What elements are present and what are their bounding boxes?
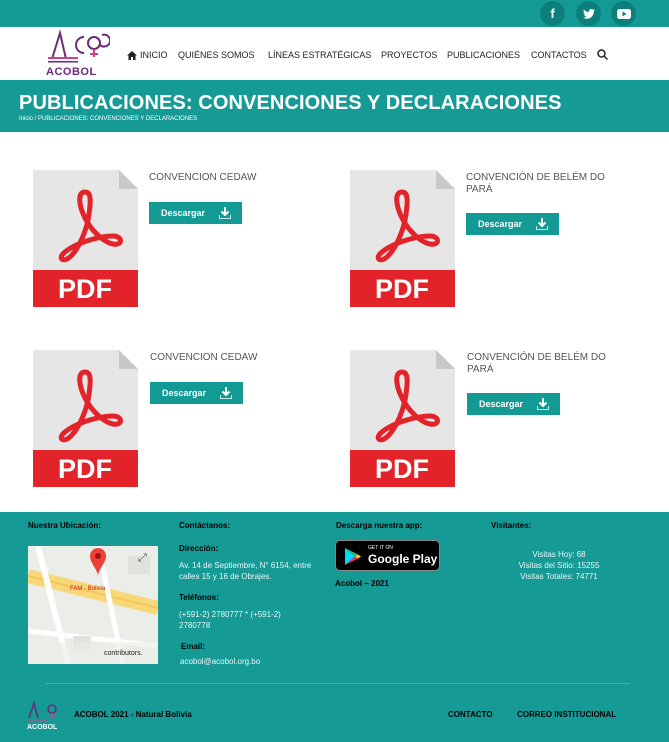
publication-title: CONVENCION CEDAW xyxy=(150,352,258,363)
download-button[interactable]: Descargar xyxy=(466,213,559,235)
top-social-bar xyxy=(0,0,669,27)
footer-link-contacto[interactable]: CONTACTO xyxy=(448,710,493,719)
page-title: PUBLICACIONES: CONVENCIONES Y DECLARACIO… xyxy=(19,92,562,114)
phones-label: Teléfonos: xyxy=(179,593,219,602)
location-map[interactable]: FAM - Bolivia ⤢ contributors. xyxy=(28,546,158,664)
download-button-label: Descargar xyxy=(162,388,207,398)
download-button-label: Descargar xyxy=(161,208,206,218)
download-button[interactable]: Descargar xyxy=(150,382,243,404)
map-credit: contributors. xyxy=(104,650,143,657)
nav-inicio-label: INICIO xyxy=(140,50,168,60)
google-play-badge[interactable]: GET IT ON Google Play xyxy=(335,540,440,571)
pdf-icon[interactable]: PDF xyxy=(350,170,455,307)
gplay-small-text: GET IT ON xyxy=(368,545,393,551)
footer-link-correo[interactable]: CORREO INSTITUCIONAL xyxy=(517,710,616,719)
nav-proyectos[interactable]: PROYECTOS xyxy=(381,50,437,60)
visitors-heading: Visitantes: xyxy=(491,521,532,530)
pdf-icon[interactable]: PDF xyxy=(350,350,455,487)
home-icon xyxy=(127,50,137,60)
pdf-icon[interactable]: PDF xyxy=(33,350,138,487)
footer-logo-text: ACOBOL xyxy=(27,724,58,730)
nav-inicio[interactable]: INICIO xyxy=(127,50,168,60)
app-copyright: Acobol – 2021 xyxy=(335,579,389,588)
download-button-label: Descargar xyxy=(478,219,523,229)
gplay-big-text: Google Play xyxy=(368,552,438,566)
search-icon[interactable] xyxy=(597,49,608,60)
visits-site: Visitas del Sitio: 15255 xyxy=(518,561,600,570)
download-icon xyxy=(536,218,549,230)
site-header: ACOBOL INICIO QUIÉNES SOMOS LÍNEAS ESTRA… xyxy=(0,27,669,80)
phones-text: (+591-2) 2780777 * (+591-2) 2780778 xyxy=(179,610,281,630)
address-label: Dirección: xyxy=(179,544,219,553)
youtube-icon[interactable] xyxy=(611,1,636,26)
download-icon xyxy=(220,387,233,399)
download-button-label: Descargar xyxy=(479,399,524,409)
nav-quienes-somos[interactable]: QUIÉNES SOMOS xyxy=(178,50,255,60)
footer-logo[interactable]: ACOBOL xyxy=(26,700,64,730)
publication-title: CONVENCION CEDAW xyxy=(149,172,257,183)
visits-today: Visitas Hoy: 68 xyxy=(532,550,586,559)
expand-map-icon[interactable]: ⤢ xyxy=(138,552,147,565)
app-heading: Descarga nuestra app: xyxy=(336,521,423,530)
logo-text: ACOBOL xyxy=(46,66,97,78)
google-play-icon xyxy=(345,548,361,565)
pdf-label: PDF xyxy=(58,274,112,304)
email-link[interactable]: acobol@acobol.org.bo xyxy=(180,656,260,667)
pdf-label: PDF xyxy=(375,454,429,484)
visits-total: Visitas Totales: 74771 xyxy=(520,572,598,581)
download-button[interactable]: Descargar xyxy=(467,393,560,415)
publication-title: CONVENCIÓN DE BELÉM DO PARÁ xyxy=(467,352,606,375)
nav-lineas-estrategicas[interactable]: LÍNEAS ESTRATÉGICAS xyxy=(268,50,371,60)
publication-title: CONVENCIÓN DE BELÉM DO PARÁ xyxy=(466,172,605,195)
pdf-icon[interactable]: PDF xyxy=(33,170,138,307)
footer-divider xyxy=(45,683,630,684)
email-label: Email: xyxy=(181,642,206,651)
contact-heading: Contáctanos: xyxy=(179,521,231,530)
location-heading: Nuestra Ubicación: xyxy=(28,521,101,530)
footer-copyright: ACOBOL 2021 - Natural Bolivia xyxy=(74,710,192,719)
map-place-label: FAM - Bolivia xyxy=(70,586,106,592)
nav-publicaciones[interactable]: PUBLICACIONES xyxy=(447,50,520,60)
download-icon xyxy=(537,398,550,410)
facebook-icon[interactable]: f xyxy=(540,1,565,26)
pdf-label: PDF xyxy=(58,454,112,484)
breadcrumb[interactable]: Inicio / PUBLICACIONES: CONVENCIONES Y D… xyxy=(19,116,197,122)
twitter-icon[interactable] xyxy=(576,1,601,26)
nav-contactos[interactable]: CONTACTOS xyxy=(531,50,587,60)
download-icon xyxy=(219,207,232,219)
download-button[interactable]: Descargar xyxy=(149,202,242,224)
address-text: Av. 14 de Septiembre, N° 6154, entre cal… xyxy=(179,561,312,581)
pdf-label: PDF xyxy=(375,274,429,304)
